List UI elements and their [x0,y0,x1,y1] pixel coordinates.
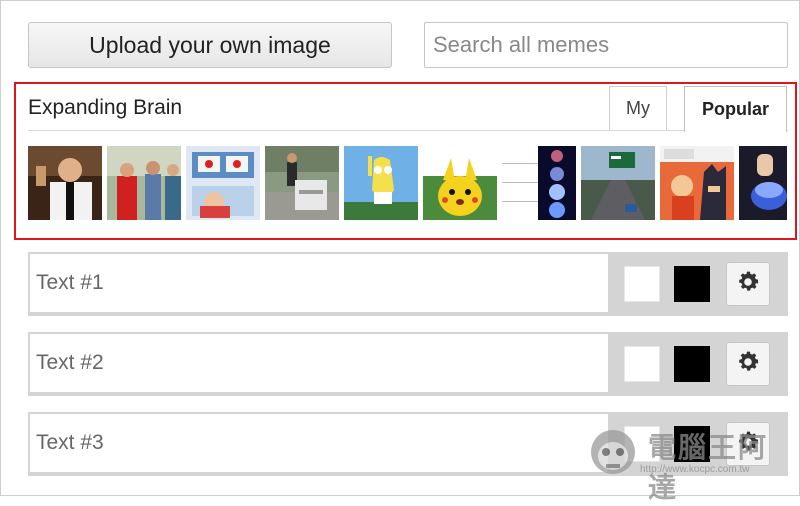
tab-my[interactable]: My [609,86,667,130]
text-box-row-1 [28,252,788,316]
leonardo-toast-thumb[interactable] [28,146,102,220]
hand-button-thumb[interactable] [739,146,787,220]
search-memes-input[interactable] [424,22,788,68]
watermark: 電腦王阿達 http://www.kocpc.com.tw [582,420,792,503]
mocking-spongebob-thumb[interactable] [344,146,418,220]
panel-divider [28,130,788,131]
template-thumbnail-strip [28,146,787,220]
watermark-url: http://www.kocpc.com.tw [640,464,750,475]
distracted-boyfriend-thumb[interactable] [107,146,181,220]
text-settings-button-1[interactable] [726,262,770,306]
mascot-logo-icon [591,430,635,474]
upload-image-button[interactable]: Upload your own image [28,22,392,68]
text-input-3[interactable] [30,414,608,472]
text-color-swatch-1[interactable] [624,266,660,302]
text-box-row-2 [28,332,788,396]
gear-icon [735,269,761,300]
selected-template-title: Expanding Brain [28,96,183,119]
text-settings-button-2[interactable] [726,342,770,386]
batman-slap-thumb[interactable] [660,146,734,220]
guy-cart-thumb[interactable] [265,146,339,220]
text-color-swatch-2[interactable] [624,346,660,382]
two-buttons-thumb[interactable] [186,146,260,220]
outline-color-swatch-1[interactable] [674,266,710,302]
text-input-1[interactable] [30,254,608,312]
outline-color-swatch-2[interactable] [674,346,710,382]
surprised-pikachu-thumb[interactable] [423,146,497,220]
tab-popular[interactable]: Popular [684,86,787,132]
left-exit-ramp-thumb[interactable] [581,146,655,220]
text-input-2[interactable] [30,334,608,392]
gear-icon [735,349,761,380]
expanding-brain-thumb[interactable] [502,146,576,220]
